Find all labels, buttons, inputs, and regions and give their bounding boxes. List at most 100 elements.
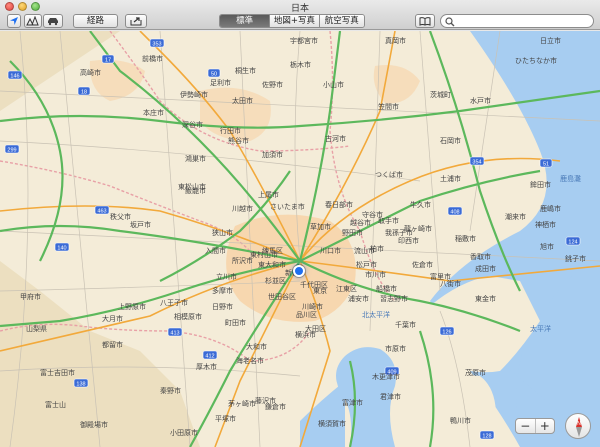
city-label: さいたま市	[270, 202, 305, 211]
route-shield: 353	[149, 38, 165, 48]
route-shield: 17	[101, 54, 115, 64]
city-label: 印西市	[398, 236, 419, 245]
book-icon	[419, 17, 431, 26]
city-label: 大和市	[246, 342, 267, 351]
city-label: 上野原市	[118, 302, 146, 311]
city-label: 大月市	[102, 314, 123, 323]
city-label: 浦安市	[348, 294, 369, 303]
route-shield: 138	[73, 378, 89, 388]
sea-label: 太平洋	[530, 324, 551, 333]
route-shield: 50	[207, 68, 221, 78]
city-label: 秩父市	[110, 212, 131, 221]
route-shield: 124	[565, 236, 581, 246]
map-mode-segmented-control[interactable]: 標準 地図+写真 航空写真	[219, 14, 365, 28]
city-label: 小山市	[323, 80, 344, 89]
city-label: 入間市	[205, 246, 226, 255]
city-label: 鴨川市	[450, 416, 471, 425]
city-label: 佐野市	[262, 80, 283, 89]
city-label: 東金市	[475, 294, 496, 303]
route-shield-label: 413	[170, 331, 179, 337]
city-label: 千葉市	[395, 320, 416, 329]
city-label: 神栖市	[535, 220, 556, 229]
city-label: 牛久市	[410, 200, 431, 209]
city-label: 香取市	[470, 252, 491, 261]
bookmarks-button[interactable]	[415, 14, 435, 28]
city-label: 相模原市	[174, 312, 202, 321]
3d-buildings-icon	[26, 16, 39, 26]
city-label: 八王子市	[160, 298, 188, 307]
city-label: 秦野市	[160, 386, 181, 395]
city-label: 桐生市	[235, 66, 256, 75]
route-shield-label: 408	[450, 210, 459, 216]
city-label: 石岡市	[440, 136, 461, 145]
city-label: 真岡市	[385, 36, 406, 45]
city-label: 日立市	[540, 36, 561, 45]
city-label: 富津市	[342, 398, 363, 407]
share-icon	[130, 17, 142, 26]
route-shield: 408	[447, 206, 463, 216]
current-location-button[interactable]	[7, 14, 21, 28]
city-label: 旭市	[540, 242, 554, 251]
map-mode-satellite[interactable]: 航空写真	[318, 15, 364, 27]
city-label: 行田市	[220, 126, 241, 135]
city-label: 春日部市	[325, 200, 353, 209]
city-label: 厚木市	[196, 362, 217, 371]
city-label: 茨城町	[430, 90, 451, 99]
city-label: 龍ヶ崎市	[404, 224, 432, 233]
traffic-button[interactable]	[43, 14, 63, 28]
city-label: 前橋市	[142, 54, 163, 63]
city-label: 多摩市	[212, 286, 233, 295]
route-shield-label: 51	[543, 162, 549, 168]
share-button[interactable]	[125, 14, 147, 28]
route-shield: 463	[94, 205, 110, 215]
city-label: 上尾市	[258, 190, 279, 199]
city-label: 川越市	[232, 204, 253, 213]
city-label: 野田市	[342, 228, 363, 237]
search-field[interactable]	[440, 14, 594, 28]
route-shield-label: 146	[10, 74, 19, 80]
directions-button[interactable]: 経路	[73, 14, 118, 28]
maps-window: 日本 経路 標準 地図+写真 航空写真 353 17 146 50 18 299…	[0, 0, 600, 447]
city-label: 宇都宮市	[290, 36, 318, 45]
route-shield: 18	[77, 86, 91, 96]
sea-label: 北太平洋	[362, 310, 390, 319]
zoom-in-button[interactable]: +	[536, 419, 555, 433]
3d-view-button[interactable]	[24, 14, 42, 28]
city-label: 木更津市	[372, 372, 400, 381]
compass-button[interactable]: N	[565, 413, 591, 439]
city-label: 加須市	[262, 150, 283, 159]
city-label: 習志野市	[380, 294, 408, 303]
route-shield: 126	[439, 326, 455, 336]
route-shield-label: 463	[97, 209, 106, 215]
city-label: 狭山市	[212, 228, 233, 237]
city-label: 富士吉田市	[40, 368, 75, 377]
city-label: 高崎市	[80, 68, 101, 77]
city-label: 山梨県	[26, 324, 47, 333]
route-shield-label: 412	[205, 354, 214, 360]
route-shield: 51	[539, 158, 553, 168]
city-label: 稲敷市	[455, 234, 476, 243]
route-shield-label: 140	[57, 246, 66, 252]
zoom-out-button[interactable]: −	[516, 419, 536, 433]
map-mode-hybrid[interactable]: 地図+写真	[269, 15, 319, 27]
city-label: 足利市	[210, 78, 231, 87]
route-shield-label: 299	[7, 148, 16, 154]
city-label: 飯能市	[185, 186, 206, 195]
current-location-marker[interactable]	[293, 265, 305, 277]
city-label: 横須賀市	[318, 419, 346, 428]
city-label: 鹿嶋市	[540, 204, 561, 213]
city-label: 都留市	[102, 340, 123, 349]
city-label: 流山市	[354, 246, 375, 255]
city-label: 鴻巣市	[185, 154, 206, 163]
city-label: 富士山	[45, 400, 66, 409]
city-label: 成田市	[475, 264, 496, 273]
city-label: 銚子市	[565, 254, 586, 263]
city-label: 潮来市	[505, 212, 526, 221]
city-label: 富里市	[430, 272, 451, 281]
route-shield: 354	[469, 156, 485, 166]
zoom-control[interactable]: − +	[515, 418, 555, 434]
city-label: 君津市	[380, 392, 401, 401]
map-mode-standard[interactable]: 標準	[220, 15, 270, 27]
map-view[interactable]: 353 17 146 50 18 299 463 140 413 412 138…	[0, 31, 600, 447]
route-shield-label: 126	[442, 330, 451, 336]
